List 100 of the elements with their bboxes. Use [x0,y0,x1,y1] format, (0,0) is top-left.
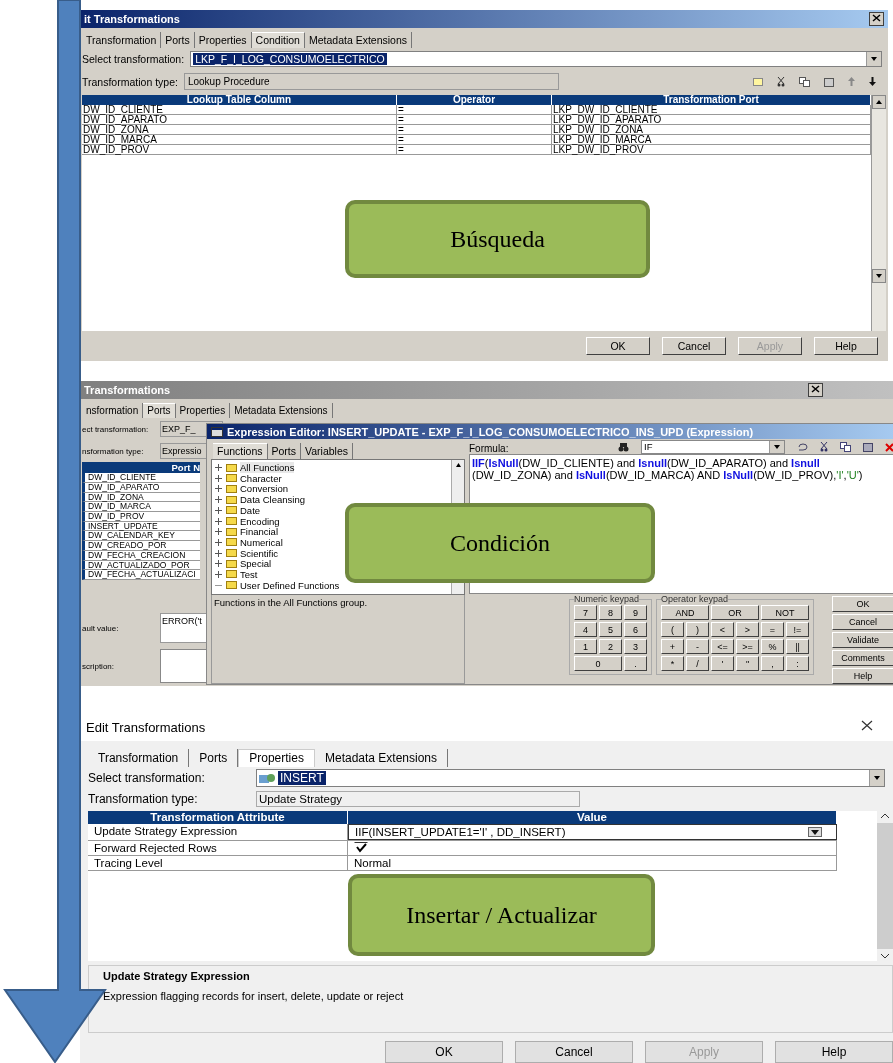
tree-item[interactable]: Encoding [240,515,280,527]
dialog-button[interactable]: Comments [832,650,893,667]
keypad-key[interactable]: * [661,656,684,672]
scroll-up-icon[interactable] [879,811,891,821]
down-arrow-icon[interactable] [869,77,876,86]
close-button[interactable] [808,383,823,398]
tab[interactable]: Functions [213,443,268,460]
keypad-key[interactable]: 1 [574,639,597,655]
tree-item[interactable]: Scientific [240,547,278,559]
window-title: Edit Transformations [85,719,206,735]
tree-item[interactable]: Special [240,558,272,570]
expression-field[interactable]: IIF(INSERT_UPDATE1='I' , DD_INSERT) [348,824,837,840]
expand-icon[interactable] [215,485,223,493]
keypad-key[interactable]: + [661,639,684,655]
expand-icon[interactable] [215,474,223,482]
dialog-button[interactable]: Help [814,337,878,356]
scroll-down-icon[interactable] [879,951,891,961]
expand-icon[interactable] [215,571,223,578]
paste-icon[interactable] [863,442,873,453]
keypad-key[interactable]: <= [711,639,734,655]
tree-item[interactable]: Date [240,504,261,516]
keypad-key[interactable]: ) [686,622,709,638]
scrollbar[interactable] [871,95,886,332]
keypad-key[interactable]: < [711,622,734,638]
tree-item[interactable]: Numerical [240,536,283,548]
keypad-key[interactable]: != [786,622,809,638]
keypad-key[interactable]: 6 [624,622,647,638]
expand-icon[interactable] [215,506,223,514]
tree-item[interactable]: All Functions [240,462,295,474]
dialog-button[interactable]: OK [832,596,893,613]
search-field[interactable]: IF [641,440,785,455]
dialog-button[interactable]: Cancel [515,1041,633,1063]
expand-icon[interactable] [215,528,223,536]
dialog-button[interactable]: OK [586,337,650,356]
expand-icon[interactable] [215,464,223,472]
close-icon[interactable] [811,385,820,394]
keypad-key[interactable]: / [686,656,709,672]
scroll-up-icon[interactable] [872,95,886,109]
binoculars-icon[interactable] [618,442,629,452]
tree-item[interactable]: User Defined Functions [240,579,340,591]
cut-icon[interactable] [777,76,785,87]
transformation-dropdown[interactable]: LKP_F_I_LOG_CONSUMOELECTRICO [190,51,882,67]
formula-text[interactable]: IIF(IsNull(DW_ID_CLIENTE) and Isnull(DW_ID_APARATO) and Isnull (DW_ID_ZONA) and IsNull(DW_ID_MARCA) AND IsNull(DW_ID_PROV),'I','U') [472,457,891,482]
keypad-key[interactable]: NOT [761,605,809,621]
keypad-key[interactable]: 4 [574,622,597,638]
cut-icon[interactable] [820,442,828,453]
tab[interactable]: Properties [238,749,315,767]
keypad-key[interactable]: >= [736,639,759,655]
dialog-button[interactable]: Cancel [832,614,893,631]
keypad-key[interactable]: " [736,656,759,672]
copy-icon[interactable] [840,442,851,453]
checkbox[interactable] [354,842,368,854]
keypad-key[interactable]: OR [711,605,759,621]
keypad-key[interactable]: 0 [574,656,622,672]
keypad-key[interactable]: 9 [624,605,647,621]
expand-icon[interactable] [215,496,223,504]
keypad-key[interactable]: % [761,639,784,655]
dialog-button[interactable]: Cancel [662,337,726,356]
transformation-dropdown[interactable]: INSERT [256,769,885,787]
expand-icon[interactable] [215,517,223,525]
tree-item[interactable]: Test [240,569,258,580]
keypad-key[interactable]: AND [661,605,709,621]
keypad-key[interactable]: - [686,639,709,655]
dialog-button[interactable]: OK [385,1041,503,1063]
tree-item[interactable]: Conversion [240,483,289,495]
keypad-key[interactable]: 7 [574,605,597,621]
keypad-key[interactable]: = [761,622,784,638]
keypad-key[interactable]: . [624,656,647,672]
scroll-down-icon[interactable] [872,269,886,284]
close-button[interactable] [869,12,884,26]
tree-item[interactable]: Financial [240,526,279,538]
keypad-key[interactable]: 5 [599,622,622,638]
close-icon[interactable] [861,720,873,731]
undo-icon[interactable] [797,443,808,452]
keypad-key[interactable]: || [786,639,809,655]
expand-icon[interactable] [215,560,223,568]
new-icon[interactable] [753,77,763,86]
dialog-button[interactable]: Validate [832,632,893,649]
keypad-key[interactable]: , [761,656,784,672]
delete-icon[interactable] [885,442,893,452]
edit-arrow-icon[interactable] [808,827,822,837]
table-cell: = [397,135,552,144]
keypad-key[interactable]: > [736,622,759,638]
expand-icon[interactable] [215,538,223,546]
dialog-button[interactable]: Help [775,1041,893,1063]
keypad-key[interactable]: 8 [599,605,622,621]
tree-item[interactable]: Character [240,472,282,484]
close-icon[interactable] [872,14,881,22]
keypad-key[interactable]: ( [661,622,684,638]
tab[interactable]: Ports [143,403,176,419]
keypad-key[interactable]: 2 [599,639,622,655]
dialog-button[interactable]: Help [832,668,893,685]
paste-icon[interactable] [824,76,834,87]
keypad-key[interactable]: ' [711,656,734,672]
keypad-key[interactable]: 3 [624,639,647,655]
tab[interactable]: Condition [251,32,305,48]
keypad-key[interactable]: : [786,656,809,672]
expand-icon[interactable] [215,549,223,557]
tree-item[interactable]: Data Cleansing [240,494,305,506]
copy-icon[interactable] [799,76,810,87]
